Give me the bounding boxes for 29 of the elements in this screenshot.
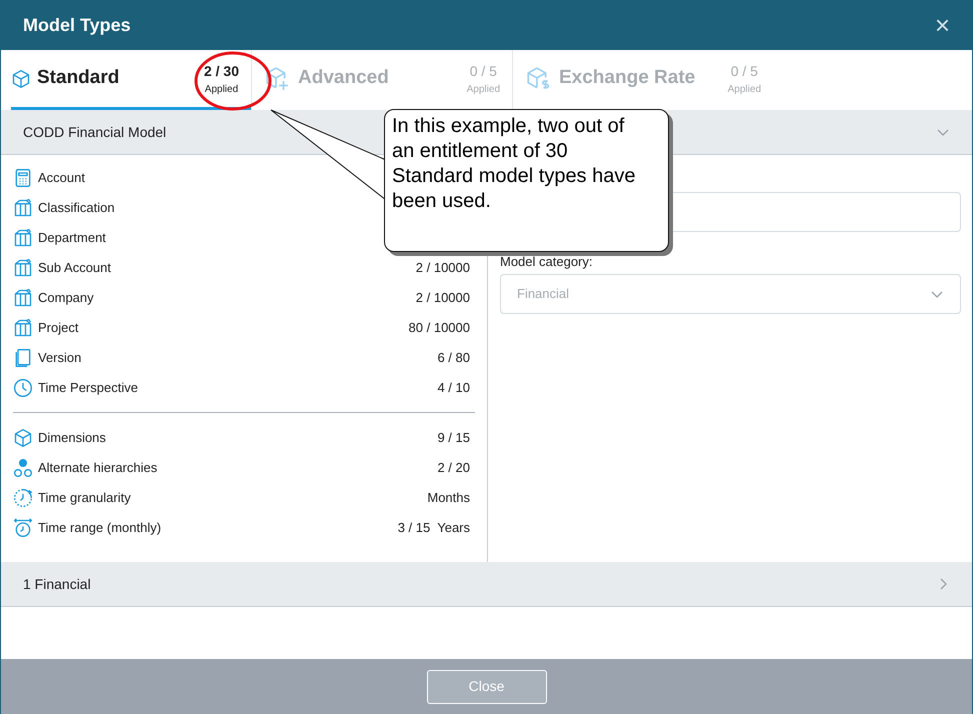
applied-label: Applied: [466, 82, 500, 96]
item-label: Dimensions: [38, 429, 106, 448]
item-label: Alternate hierarchies: [38, 459, 158, 478]
applied-label: Applied: [728, 82, 761, 96]
item-label: Time Perspective: [38, 379, 138, 398]
field-label: Model category:: [500, 253, 594, 271]
item-label: Project: [38, 319, 78, 338]
item-value: 3 / 15 Years: [398, 519, 471, 538]
item-label: Sub Account: [38, 259, 111, 278]
applied-count: 0 / 5: [730, 62, 758, 80]
applied-count: 2 / 30: [204, 62, 239, 80]
item-value: 2 / 10000: [416, 259, 471, 278]
item-label: Time granularity: [38, 489, 131, 508]
applied-label: Applied: [204, 82, 238, 96]
window-title: Model Types: [23, 14, 131, 37]
item-value: 2 / 10000: [416, 289, 471, 308]
item-label: Version: [38, 349, 82, 368]
item-value: Months: [427, 489, 471, 508]
item-label: Company: [38, 289, 94, 308]
item-value: 9 / 15: [437, 429, 471, 448]
item-value: 6 / 80: [437, 349, 471, 368]
item-label: Time range (monthly): [38, 519, 162, 538]
item-label: Account: [38, 169, 85, 188]
item-value: 2 / 20: [437, 459, 471, 478]
item-value: 4 / 10: [437, 379, 471, 398]
item-value: 80 / 10000: [408, 319, 471, 338]
item-label: Classification: [38, 199, 115, 218]
applied-count: 0 / 5: [470, 62, 497, 80]
item-label: Department: [38, 229, 106, 248]
